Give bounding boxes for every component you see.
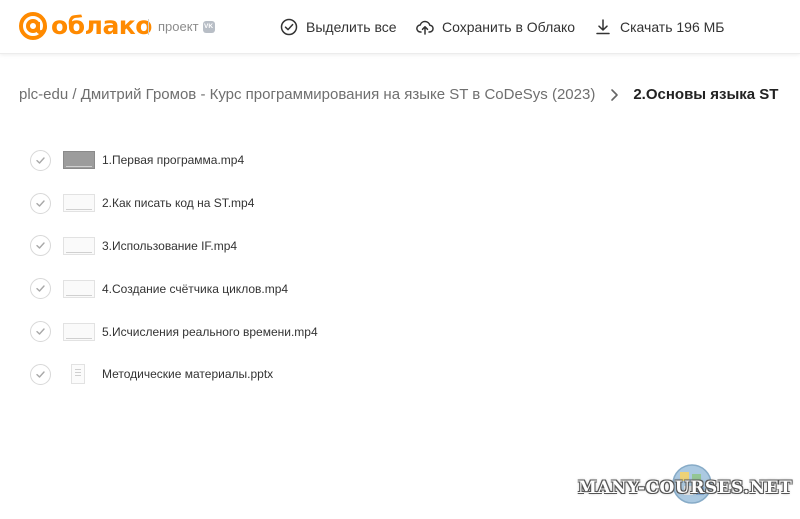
- file-list: 1.Первая программа.mp4 2.Как писать код …: [30, 139, 530, 396]
- breadcrumb-current: 2.Основы языка ST: [633, 86, 779, 103]
- breadcrumb: plc-edu / Дмитрий Громов - Курс программ…: [19, 86, 778, 103]
- chevron-right-icon: [611, 88, 619, 101]
- select-checkbox[interactable]: [30, 321, 51, 343]
- select-checkbox[interactable]: [30, 149, 51, 171]
- check-icon: [36, 328, 45, 335]
- top-header: облако проект VK Выделить все Сохранить …: [0, 0, 800, 54]
- file-name[interactable]: 4.Создание счётчика циклов.mp4: [102, 282, 288, 296]
- download-label: Скачать 196 МБ: [620, 19, 725, 35]
- watermark-text: MANY-COURSES.NET: [578, 478, 793, 498]
- select-checkbox[interactable]: [30, 278, 51, 300]
- video-thumbnail: [63, 151, 95, 170]
- logo-text: облако: [51, 11, 152, 40]
- select-checkbox[interactable]: [30, 363, 51, 385]
- file-name[interactable]: 3.Использование IF.mp4: [102, 239, 237, 253]
- file-name[interactable]: Методические материалы.pptx: [102, 367, 273, 381]
- at-sign-logo-icon: [19, 12, 47, 40]
- select-all-label: Выделить все: [306, 19, 397, 35]
- video-thumbnail: [63, 236, 95, 255]
- file-name[interactable]: 2.Как писать код на ST.mp4: [102, 196, 254, 210]
- video-thumbnail: [63, 279, 95, 298]
- file-item[interactable]: 3.Использование IF.mp4: [30, 225, 530, 268]
- select-checkbox[interactable]: [30, 192, 51, 214]
- check-circle-icon: [280, 18, 298, 36]
- document-thumbnail-icon: [71, 364, 85, 385]
- file-name[interactable]: 1.Первая программа.mp4: [102, 153, 244, 167]
- download-icon: [596, 19, 610, 35]
- cloud-logo[interactable]: облако: [18, 11, 152, 41]
- check-icon: [36, 199, 45, 207]
- save-to-cloud-button[interactable]: Сохранить в Облако: [416, 16, 575, 38]
- file-item[interactable]: 2.Как писать код на ST.mp4: [30, 182, 530, 225]
- file-item[interactable]: Методические материалы.pptx: [30, 353, 530, 396]
- logo-divider: [148, 19, 149, 35]
- project-text: проект: [158, 19, 199, 34]
- vk-icon: VK: [202, 21, 215, 33]
- video-thumbnail: [63, 322, 95, 341]
- save-to-cloud-label: Сохранить в Облако: [442, 19, 576, 35]
- select-all-button[interactable]: Выделить все: [280, 16, 397, 38]
- file-item[interactable]: 4.Создание счётчика циклов.mp4: [30, 267, 530, 310]
- check-icon: [36, 242, 45, 250]
- breadcrumb-parent-link[interactable]: plc-edu / Дмитрий Громов - Курс программ…: [19, 86, 595, 103]
- check-icon: [36, 285, 45, 292]
- file-name[interactable]: 5.Исчисления реального времени.mp4: [102, 325, 318, 339]
- download-button[interactable]: Скачать 196 МБ: [594, 16, 725, 38]
- cloud-upload-icon: [416, 20, 434, 35]
- check-icon: [36, 157, 45, 164]
- file-item[interactable]: 5.Исчисления реального времени.mp4: [30, 310, 530, 353]
- video-thumbnail: [63, 194, 95, 213]
- file-item[interactable]: 1.Первая программа.mp4: [30, 139, 530, 182]
- project-label: проект VK: [158, 19, 215, 35]
- select-checkbox[interactable]: [30, 235, 51, 257]
- check-icon: [36, 371, 45, 378]
